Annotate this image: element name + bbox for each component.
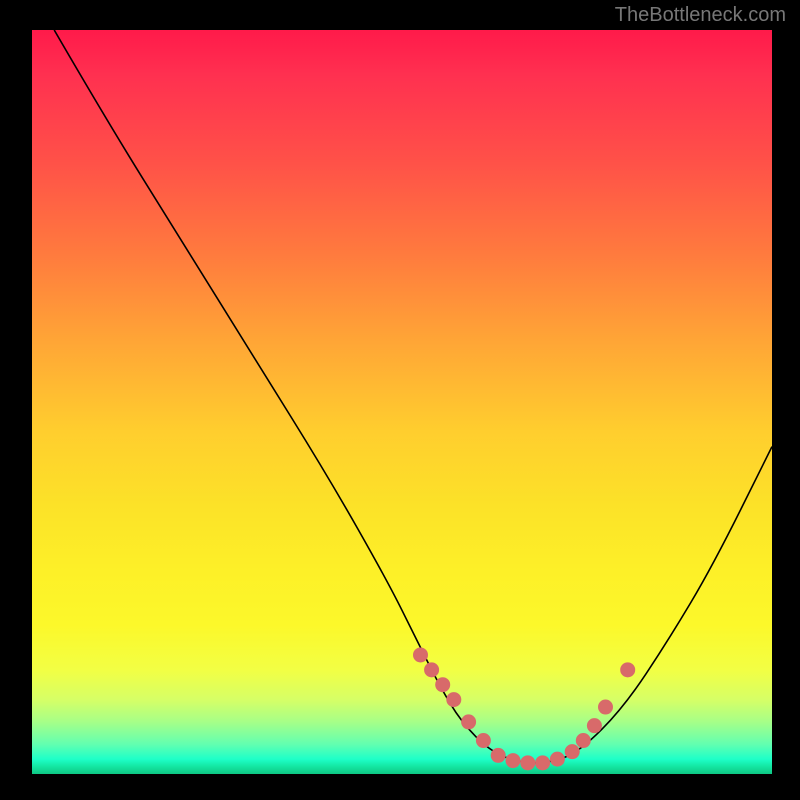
chart-dot: [576, 733, 591, 748]
chart-dot: [565, 744, 580, 759]
chart-dot: [446, 692, 461, 707]
chart-curve-path: [54, 30, 772, 763]
chart-dot: [476, 733, 491, 748]
chart-dot: [435, 677, 450, 692]
chart-plot-area: [32, 30, 772, 774]
chart-dot: [550, 752, 565, 767]
chart-dot: [598, 700, 613, 715]
chart-dot: [424, 662, 439, 677]
chart-dot: [620, 662, 635, 677]
chart-dot: [461, 714, 476, 729]
chart-dot: [587, 718, 602, 733]
watermark-text: TheBottleneck.com: [615, 4, 786, 27]
chart-dot: [506, 753, 521, 768]
chart-dot: [491, 748, 506, 763]
chart-dot: [520, 755, 535, 770]
chart-svg: [32, 30, 772, 774]
chart-dot: [413, 647, 428, 662]
chart-dot: [535, 755, 550, 770]
chart-dots-group: [413, 647, 635, 770]
